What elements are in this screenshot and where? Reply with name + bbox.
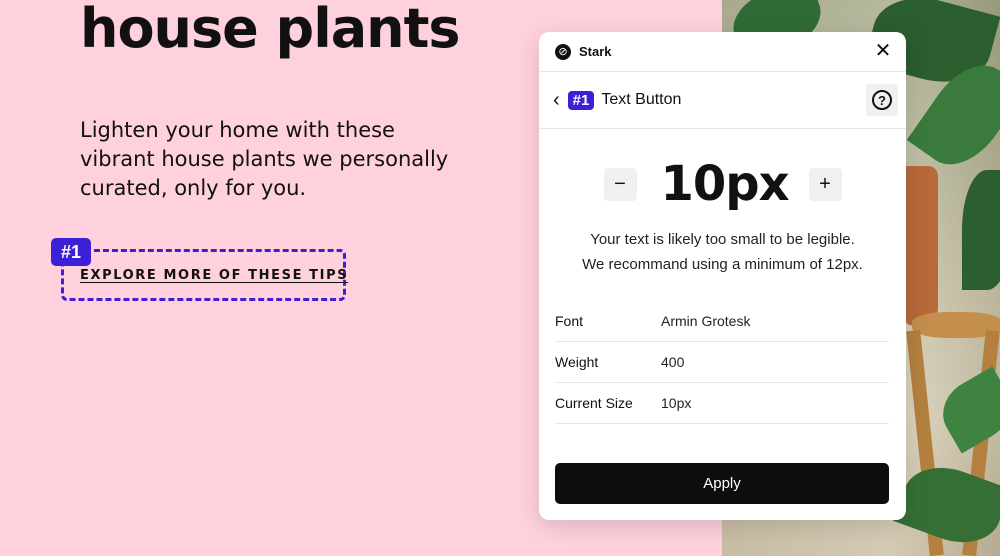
issue-title: Text Button [601, 91, 682, 108]
chevron-left-icon[interactable]: ‹ [553, 90, 560, 110]
property-label: Weight [555, 354, 599, 370]
property-row-font: Font Armin Grotesk [555, 301, 889, 342]
property-row-current-size: Current Size 10px [555, 383, 889, 424]
property-label: Font [555, 313, 584, 329]
property-value: 10px [661, 395, 692, 411]
explore-tips-link[interactable]: EXPLORE MORE OF THESE TIPS [80, 268, 348, 283]
hero-description: Lighten your home with these vibrant hou… [80, 118, 449, 200]
issue-highlight-badge: #1 [51, 238, 91, 266]
property-label: Current Size [555, 395, 633, 411]
size-value: 10px [660, 156, 790, 212]
property-value: 400 [661, 354, 685, 370]
panel-header: ⊘ Stark ✕ [539, 32, 906, 72]
issue-header: ‹ #1 Text Button ? [539, 72, 906, 129]
hero-title: house plants [80, 0, 461, 60]
warning-line: We recommand using a minimum of 12px. [582, 256, 863, 273]
issue-badge: #1 [567, 90, 595, 110]
warning-line: Your text is likely too small to be legi… [590, 231, 855, 248]
close-icon[interactable]: ✕ [874, 41, 892, 61]
help-button[interactable]: ? [866, 84, 898, 116]
properties-list: Font Armin Grotesk Weight 400 Current Si… [555, 301, 889, 424]
size-stepper: − 10px + [539, 156, 906, 212]
plus-icon[interactable]: + [808, 167, 842, 201]
minus-icon[interactable]: − [603, 167, 637, 201]
stark-logo-icon: ⊘ [555, 43, 571, 60]
legibility-warning: Your text is likely too small to be legi… [539, 227, 906, 277]
property-value: Armin Grotesk [661, 313, 751, 329]
question-circle-icon: ? [872, 90, 892, 110]
property-row-weight: Weight 400 [555, 342, 889, 383]
stark-panel: ⊘ Stark ✕ ‹ #1 Text Button ? − 10px + Yo… [539, 32, 906, 520]
apply-button[interactable]: Apply [555, 463, 889, 504]
app-name: Stark [579, 44, 612, 59]
